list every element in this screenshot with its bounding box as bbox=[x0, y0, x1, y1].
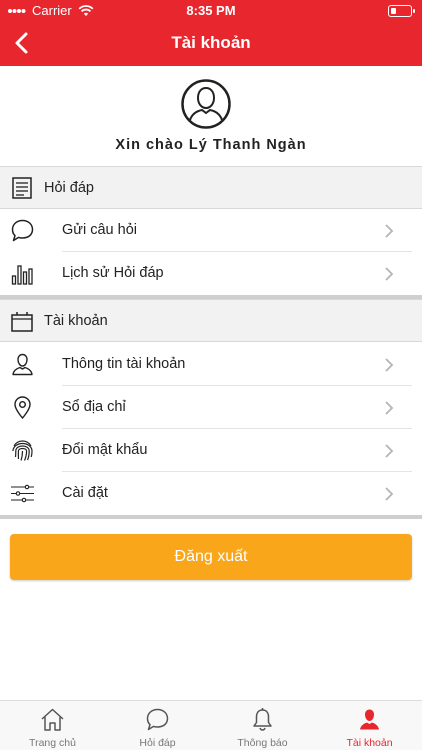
row-label: Thông tin tài khoản bbox=[62, 356, 186, 372]
chevron-right-icon bbox=[385, 401, 394, 415]
app-header: Carrier 8:35 PM Tài khoản bbox=[0, 0, 422, 66]
bar-chart-icon bbox=[11, 265, 33, 285]
status-bar: Carrier 8:35 PM bbox=[0, 0, 422, 22]
battery-fill bbox=[390, 7, 396, 14]
row-so-dia-chi[interactable]: Sổ địa chỉ bbox=[0, 386, 422, 429]
document-icon bbox=[12, 176, 32, 199]
fingerprint-icon bbox=[12, 440, 33, 461]
tab-trang-chu[interactable]: Trang chủ bbox=[0, 701, 105, 750]
chevron-right-icon bbox=[385, 358, 394, 372]
section-header-tai-khoan: Tài khoản bbox=[0, 299, 422, 342]
battery-icon bbox=[388, 5, 415, 17]
profile-section: Xin chào Lý Thanh Ngàn bbox=[0, 66, 422, 166]
row-label: Cài đặt bbox=[62, 485, 108, 501]
tab-tai-khoan[interactable]: Tài khoản bbox=[317, 701, 422, 750]
briefcase-icon bbox=[11, 311, 33, 332]
tab-hoi-dap[interactable]: Hỏi đáp bbox=[105, 701, 210, 750]
avatar-icon bbox=[181, 79, 231, 129]
tab-label: Tài khoản bbox=[346, 737, 393, 749]
tab-bar: Trang chủ Hỏi đáp Thông báo Tài khoản bbox=[0, 700, 422, 750]
location-pin-icon bbox=[14, 396, 31, 420]
section-title: Hỏi đáp bbox=[44, 179, 94, 196]
section-header-hoi-dap: Hỏi đáp bbox=[0, 166, 422, 209]
tab-label: Hỏi đáp bbox=[139, 737, 176, 749]
page-title: Tài khoản bbox=[171, 33, 251, 52]
chat-bubble-icon bbox=[11, 219, 34, 242]
user-icon bbox=[360, 709, 379, 730]
chevron-right-icon bbox=[385, 444, 394, 458]
chevron-right-icon bbox=[385, 224, 394, 238]
logout-button[interactable]: Đăng xuất bbox=[10, 534, 412, 580]
tab-thong-bao[interactable]: Thông báo bbox=[210, 701, 315, 750]
chevron-right-icon bbox=[385, 267, 394, 281]
greeting-text: Xin chào Lý Thanh Ngàn bbox=[115, 137, 307, 153]
section-divider bbox=[0, 515, 422, 519]
home-icon bbox=[41, 708, 64, 731]
bell-icon bbox=[253, 708, 272, 731]
tab-label: Thông báo bbox=[237, 737, 288, 749]
row-label: Đổi mật khẩu bbox=[62, 442, 148, 458]
chat-bubble-icon bbox=[146, 708, 169, 731]
row-thong-tin-tai-khoan[interactable]: Thông tin tài khoản bbox=[0, 343, 422, 386]
chevron-right-icon bbox=[385, 487, 394, 501]
row-lich-su-hoi-dap[interactable]: Lịch sử Hỏi đáp bbox=[0, 252, 422, 295]
row-doi-mat-khau[interactable]: Đổi mật khẩu bbox=[0, 429, 422, 472]
row-label: Lịch sử Hỏi đáp bbox=[62, 265, 164, 281]
row-label: Sổ địa chỉ bbox=[62, 399, 126, 415]
section-title: Tài khoản bbox=[44, 312, 108, 329]
user-icon bbox=[12, 353, 33, 376]
tab-label: Trang chủ bbox=[29, 737, 76, 749]
row-cai-dat[interactable]: Cài đặt bbox=[0, 472, 422, 515]
row-gui-cau-hoi[interactable]: Gửi câu hỏi bbox=[0, 209, 422, 252]
row-label: Gửi câu hỏi bbox=[62, 222, 137, 238]
sliders-icon bbox=[11, 484, 34, 503]
status-time: 8:35 PM bbox=[186, 3, 236, 18]
